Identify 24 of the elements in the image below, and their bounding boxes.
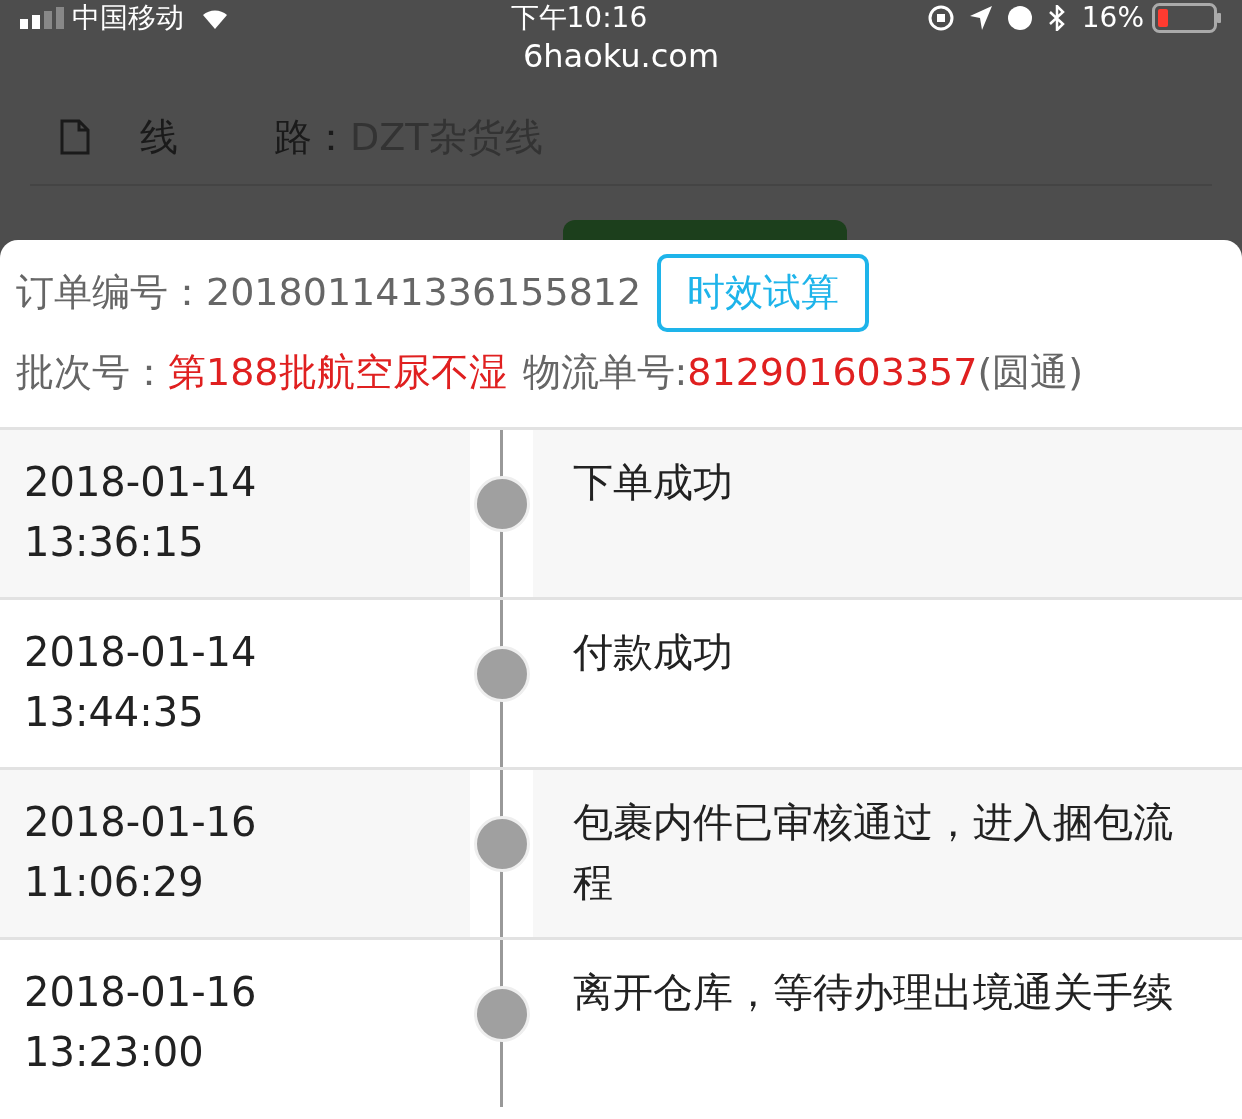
- event-date: 2018-01-16: [24, 967, 258, 1017]
- event-status: 包裹内件已审核通过，进入捆包流程: [573, 797, 1174, 907]
- event-date: 2018-01-16: [24, 797, 258, 847]
- estimate-button[interactable]: 时效试算: [657, 254, 870, 332]
- event-date: 2018-01-14: [24, 457, 258, 507]
- event-status: 离开仓库，等待办理出境通关手续: [573, 967, 1174, 1017]
- battery-percent: 16%: [1081, 0, 1144, 36]
- event-time: 11:06:29: [24, 857, 205, 907]
- event-time: 13:44:35: [24, 687, 205, 737]
- batch-value: 第188批航空尿不湿: [168, 348, 507, 396]
- page-url: 6haoku.com: [521, 36, 721, 76]
- event-date: 2018-01-14: [24, 627, 258, 677]
- carrier-name: 中国移动: [72, 0, 184, 36]
- event-time: 13:23:00: [24, 1027, 205, 1077]
- event-status: 付款成功: [573, 627, 734, 677]
- order-label: 订单编号：: [16, 269, 206, 317]
- tracking-number: 812901603357: [687, 348, 978, 396]
- clock: 下午10:16: [510, 0, 648, 36]
- event-time: 13:36:15: [24, 517, 205, 567]
- batch-label: 批次号：: [16, 348, 168, 396]
- tracking-label: 物流单号:: [522, 348, 688, 396]
- order-number: 201801141336155812: [206, 269, 642, 317]
- event-status: 下单成功: [573, 457, 734, 507]
- courier-name: (圆通): [977, 348, 1084, 396]
